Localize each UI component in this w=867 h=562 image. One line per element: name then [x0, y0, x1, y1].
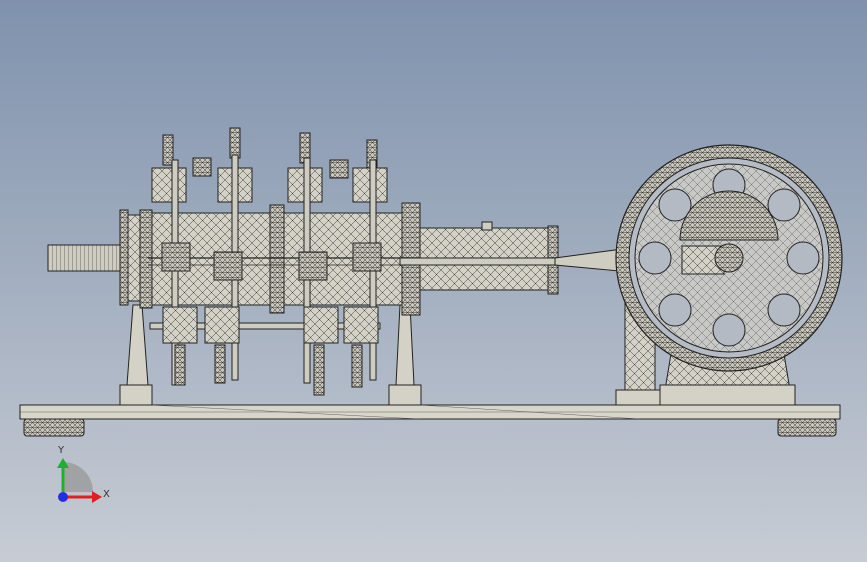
z-axis-dot: [58, 492, 68, 502]
left-support-strut[interactable]: [119, 304, 153, 406]
main-shaft[interactable]: [47, 209, 149, 306]
base-plate[interactable]: [19, 404, 841, 420]
left-foot[interactable]: [23, 418, 85, 437]
right-foot[interactable]: [777, 418, 837, 437]
x-axis-label: X: [103, 489, 110, 500]
axis-triad: [57, 458, 102, 503]
right-support-strut[interactable]: [388, 304, 422, 406]
top-block-right[interactable]: [329, 159, 349, 179]
cad-viewport[interactable]: Y X: [0, 0, 867, 562]
engine-model[interactable]: [0, 0, 867, 562]
top-block-left[interactable]: [192, 157, 212, 177]
y-axis-label: Y: [58, 445, 65, 456]
